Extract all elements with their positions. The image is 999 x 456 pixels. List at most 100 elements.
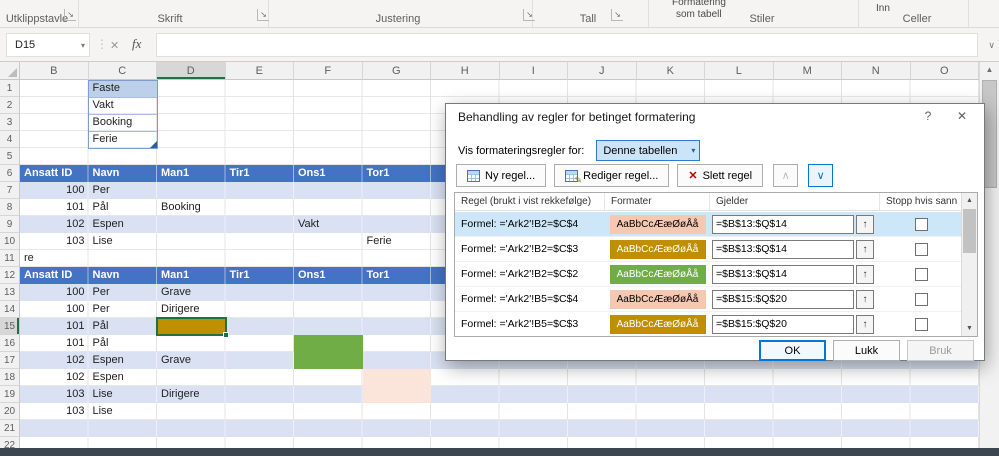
range-picker-button[interactable]: ↑: [856, 239, 874, 259]
cell-D19[interactable]: Dirigere: [157, 386, 226, 403]
cell-B7[interactable]: 100: [20, 182, 89, 199]
row-header-22[interactable]: 22: [0, 437, 20, 448]
applies-to-input[interactable]: =$B$13:$Q$14: [712, 264, 854, 284]
range-picker-button[interactable]: ↑: [856, 214, 874, 234]
row-header-2[interactable]: 2: [0, 97, 20, 114]
applies-to-input[interactable]: =$B$13:$Q$14: [712, 214, 854, 234]
cell-B6[interactable]: Ansatt ID: [20, 165, 89, 182]
row-header-7[interactable]: 7: [0, 182, 20, 199]
row-header-18[interactable]: 18: [0, 369, 20, 386]
name-box-dropdown-icon[interactable]: ▾: [81, 41, 85, 50]
lukk-button[interactable]: Lukk: [833, 340, 900, 361]
select-all-corner[interactable]: [0, 62, 20, 80]
row-header-11[interactable]: 11: [0, 250, 20, 267]
cell-C17[interactable]: Espen: [89, 352, 158, 369]
bruk-button[interactable]: Bruk: [907, 340, 974, 361]
name-box[interactable]: D15 ▾: [6, 33, 90, 57]
dialog-close-button[interactable]: ✕: [948, 109, 976, 123]
row-header-9[interactable]: 9: [0, 216, 20, 233]
cell-G19[interactable]: [362, 386, 431, 403]
cell-C9[interactable]: Espen: [89, 216, 158, 233]
stop-if-true-checkbox[interactable]: [914, 242, 928, 256]
row-header-12[interactable]: 12: [0, 267, 20, 284]
dialog-launcher-icon[interactable]: ↘: [257, 9, 269, 21]
dialog-launcher-icon[interactable]: ↘: [64, 9, 76, 21]
rule-row[interactable]: Formel: ='Ark2'!B2=$C$3 AaBbCcÆæØøÅå =$B$1…: [455, 237, 962, 262]
range-picker-button[interactable]: ↑: [856, 289, 874, 309]
range-picker-button[interactable]: ↑: [856, 314, 874, 334]
cell-C14[interactable]: Per: [89, 301, 158, 318]
rule-row[interactable]: Formel: ='Ark2'!B2=$C$2 AaBbCcÆæØøÅå =$B$1…: [455, 262, 962, 287]
cell-B11[interactable]: re: [20, 250, 89, 267]
cell-C7[interactable]: Per: [89, 182, 158, 199]
cell-C18[interactable]: Espen: [89, 369, 158, 386]
cell-B19[interactable]: 103: [20, 386, 89, 403]
cell-F17[interactable]: [294, 352, 363, 369]
column-header-H[interactable]: H: [431, 62, 500, 80]
cell-B16[interactable]: 101: [20, 335, 89, 352]
cell-F6[interactable]: Ons1: [294, 165, 363, 182]
cell-G10[interactable]: Ferie: [363, 233, 432, 250]
row-header-21[interactable]: 21: [0, 420, 20, 437]
rule-row[interactable]: Formel: ='Ark2'!B5=$C$4 AaBbCcÆæØøÅå =$B$1…: [455, 287, 962, 312]
column-header-J[interactable]: J: [568, 62, 637, 80]
column-header-L[interactable]: L: [705, 62, 774, 80]
stop-if-true-checkbox[interactable]: [914, 217, 928, 231]
cell-D17[interactable]: Grave: [157, 352, 226, 369]
applies-to-input[interactable]: =$B$15:$Q$20: [712, 314, 854, 334]
range-picker-button[interactable]: ↑: [856, 264, 874, 284]
cell-C1[interactable]: Faste: [89, 80, 158, 97]
ribbon-clipped-button[interactable]: som tabell: [676, 9, 722, 20]
scroll-up-icon[interactable]: ▲: [980, 62, 999, 78]
row-header-3[interactable]: 3: [0, 114, 20, 131]
cell-G12[interactable]: Tor1: [363, 267, 432, 284]
rules-list-scrollbar[interactable]: ▲ ▼: [961, 193, 977, 336]
cell-B20[interactable]: 103: [20, 403, 89, 420]
cell-B15[interactable]: 101: [20, 318, 89, 335]
row-header-13[interactable]: 13: [0, 284, 20, 301]
column-header-B[interactable]: B: [20, 62, 89, 80]
move-rule-up-button[interactable]: ∧: [773, 164, 799, 187]
applies-to-input[interactable]: =$B$15:$Q$20: [712, 289, 854, 309]
ok-button[interactable]: OK: [759, 340, 826, 361]
row-header-19[interactable]: 19: [0, 386, 20, 403]
row-header-16[interactable]: 16: [0, 335, 20, 352]
cell-F12[interactable]: Ons1: [294, 267, 363, 284]
cell-E12[interactable]: Tir1: [226, 267, 295, 284]
column-header-F[interactable]: F: [294, 62, 363, 80]
cell-B10[interactable]: 103: [20, 233, 89, 250]
cell-C12[interactable]: Navn: [89, 267, 158, 284]
column-header-E[interactable]: E: [225, 62, 294, 80]
formula-input[interactable]: [156, 33, 978, 57]
cell-B9[interactable]: 102: [20, 216, 89, 233]
cell-F16[interactable]: [294, 335, 363, 352]
cell-C19[interactable]: Lise: [89, 386, 158, 403]
scroll-down-icon[interactable]: ▼: [962, 321, 977, 336]
cell-D8[interactable]: Booking: [157, 199, 226, 216]
cell-B13[interactable]: 100: [20, 284, 89, 301]
row-header-1[interactable]: 1: [0, 80, 20, 97]
cell-B8[interactable]: 101: [20, 199, 89, 216]
row-header-15[interactable]: 15: [0, 318, 20, 335]
rule-row[interactable]: Formel: ='Ark2'!B2=$C$4 AaBbCcÆæØøÅå =$B$1…: [455, 212, 962, 237]
cell-E6[interactable]: Tir1: [226, 165, 295, 182]
column-header-M[interactable]: M: [773, 62, 842, 80]
cell-C6[interactable]: Navn: [89, 165, 158, 182]
stop-if-true-checkbox[interactable]: [914, 292, 928, 306]
dialog-launcher-icon[interactable]: ↘: [523, 9, 535, 21]
cell-B17[interactable]: 102: [20, 352, 89, 369]
dialog-titlebar[interactable]: Behandling av regler for betinget format…: [446, 104, 984, 130]
stop-if-true-checkbox[interactable]: [914, 267, 928, 281]
column-header-C[interactable]: C: [88, 62, 157, 80]
cell-G6[interactable]: Tor1: [363, 165, 432, 182]
insert-function-icon[interactable]: fx: [132, 36, 141, 52]
fill-handle[interactable]: [222, 332, 229, 338]
row-header-4[interactable]: 4: [0, 131, 20, 148]
move-rule-down-button[interactable]: ∨: [808, 164, 834, 187]
cell-D15[interactable]: [157, 318, 226, 335]
delete-rule-button[interactable]: ✕ Slett regel: [677, 164, 764, 187]
cell-B12[interactable]: Ansatt ID: [20, 267, 89, 284]
column-header-I[interactable]: I: [499, 62, 568, 80]
formula-bar-expand-icon[interactable]: ∨: [988, 40, 995, 51]
column-header-O[interactable]: O: [910, 62, 979, 80]
